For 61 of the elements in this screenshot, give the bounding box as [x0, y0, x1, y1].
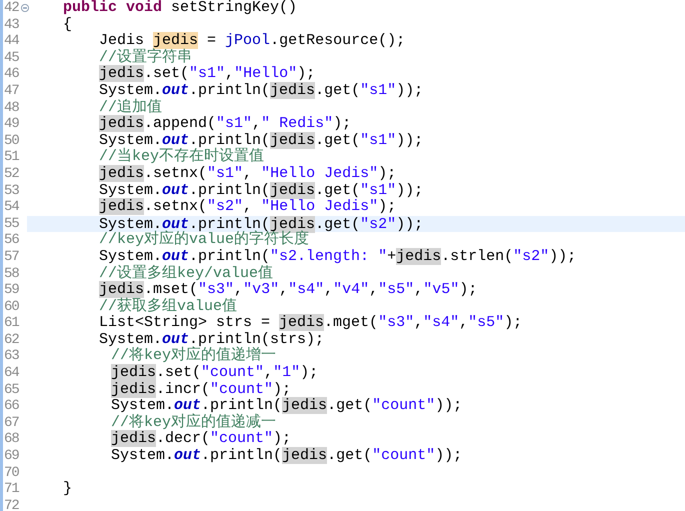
code-line: jedis.set("s1","Hello");	[99, 65, 316, 82]
line-number: 68	[4, 431, 19, 448]
line-number: 49	[4, 116, 19, 132]
line-number: 58	[4, 266, 19, 282]
code-line: //追加值	[99, 98, 162, 116]
line-number: 52	[4, 166, 19, 182]
code-line: public void setStringKey()	[63, 0, 298, 16]
line-number: 47	[4, 82, 19, 99]
code-line: //将key对应的值递减一	[111, 414, 276, 431]
line-number: 48	[4, 100, 19, 116]
code-line: System.out.println(jedis.get("count"));	[111, 397, 462, 414]
line-number: 62	[4, 332, 19, 348]
code-line: //获取多组value值	[99, 298, 238, 315]
line-number: 64	[4, 365, 19, 382]
line-number: 56	[4, 232, 19, 248]
line-number: 57	[4, 248, 19, 265]
line-number: 71	[4, 481, 19, 498]
code-line: jedis.incr("count");	[111, 380, 292, 398]
code-line: }	[63, 480, 72, 498]
code-line: System.out.println(jedis.get("count"));	[111, 447, 462, 464]
code-line: jedis.set("count","1");	[111, 364, 318, 382]
code-line: Jedis jedis = jPool.getResource();	[99, 32, 406, 50]
code-editor[interactable]	[0, 0, 685, 511]
line-number: 54	[4, 199, 19, 216]
line-number: 60	[4, 298, 19, 315]
code-line: jedis.append("s1"," Redis");	[99, 115, 352, 132]
line-number: 70	[4, 464, 19, 481]
code-line: System.out.println(jedis.get("s1"));	[99, 132, 424, 149]
code-line: jedis.decr("count");	[111, 430, 292, 448]
code-line: {	[63, 16, 72, 33]
code-line: jedis.setnx("s2", "Hello Jedis");	[99, 198, 396, 216]
line-number: 72	[4, 498, 19, 511]
line-number: 65	[4, 382, 19, 398]
code-line: jedis.setnx("s1", "Hello Jedis");	[99, 164, 396, 182]
line-number: 59	[4, 282, 19, 298]
line-number: 43	[4, 16, 19, 33]
line-number: 44	[4, 33, 19, 50]
code-line: //key对应的value的字符长度	[99, 231, 310, 248]
line-number: 67	[4, 414, 19, 431]
code-line: System.out.println("s2.length: "+jedis.strlen("s2"));	[99, 248, 576, 265]
line-number: 50	[4, 132, 19, 149]
code-line: //设置字符串	[99, 48, 192, 66]
fold-icon[interactable]	[21, 4, 29, 12]
code-line: jedis.mset("s3","v3","s4","v4","s5","v5");	[99, 281, 478, 298]
line-number: 51	[4, 149, 19, 166]
code-line: System.out.println(jedis.get("s1"));	[99, 82, 424, 99]
code-line: //将key对应的值递增一	[111, 347, 276, 364]
code-line: System.out.println(jedis.get("s1"));	[99, 182, 424, 199]
line-number: 55	[4, 216, 19, 232]
line-number: 63	[4, 348, 19, 364]
code-line: //当key不存在时设置值	[99, 148, 264, 166]
line-number: 69	[4, 448, 19, 464]
line-number: 53	[4, 182, 19, 199]
code-line: //设置多组key/value值	[99, 264, 274, 282]
line-number: 45	[4, 50, 19, 66]
line-number: 46	[4, 66, 19, 82]
code-line: List<String> strs = jedis.mget("s3","s4","s5");	[99, 314, 522, 332]
line-number: 66	[4, 398, 19, 414]
line-number: 61	[4, 315, 19, 332]
code-line: System.out.println(strs);	[99, 330, 324, 348]
line-number: 42	[4, 0, 19, 16]
